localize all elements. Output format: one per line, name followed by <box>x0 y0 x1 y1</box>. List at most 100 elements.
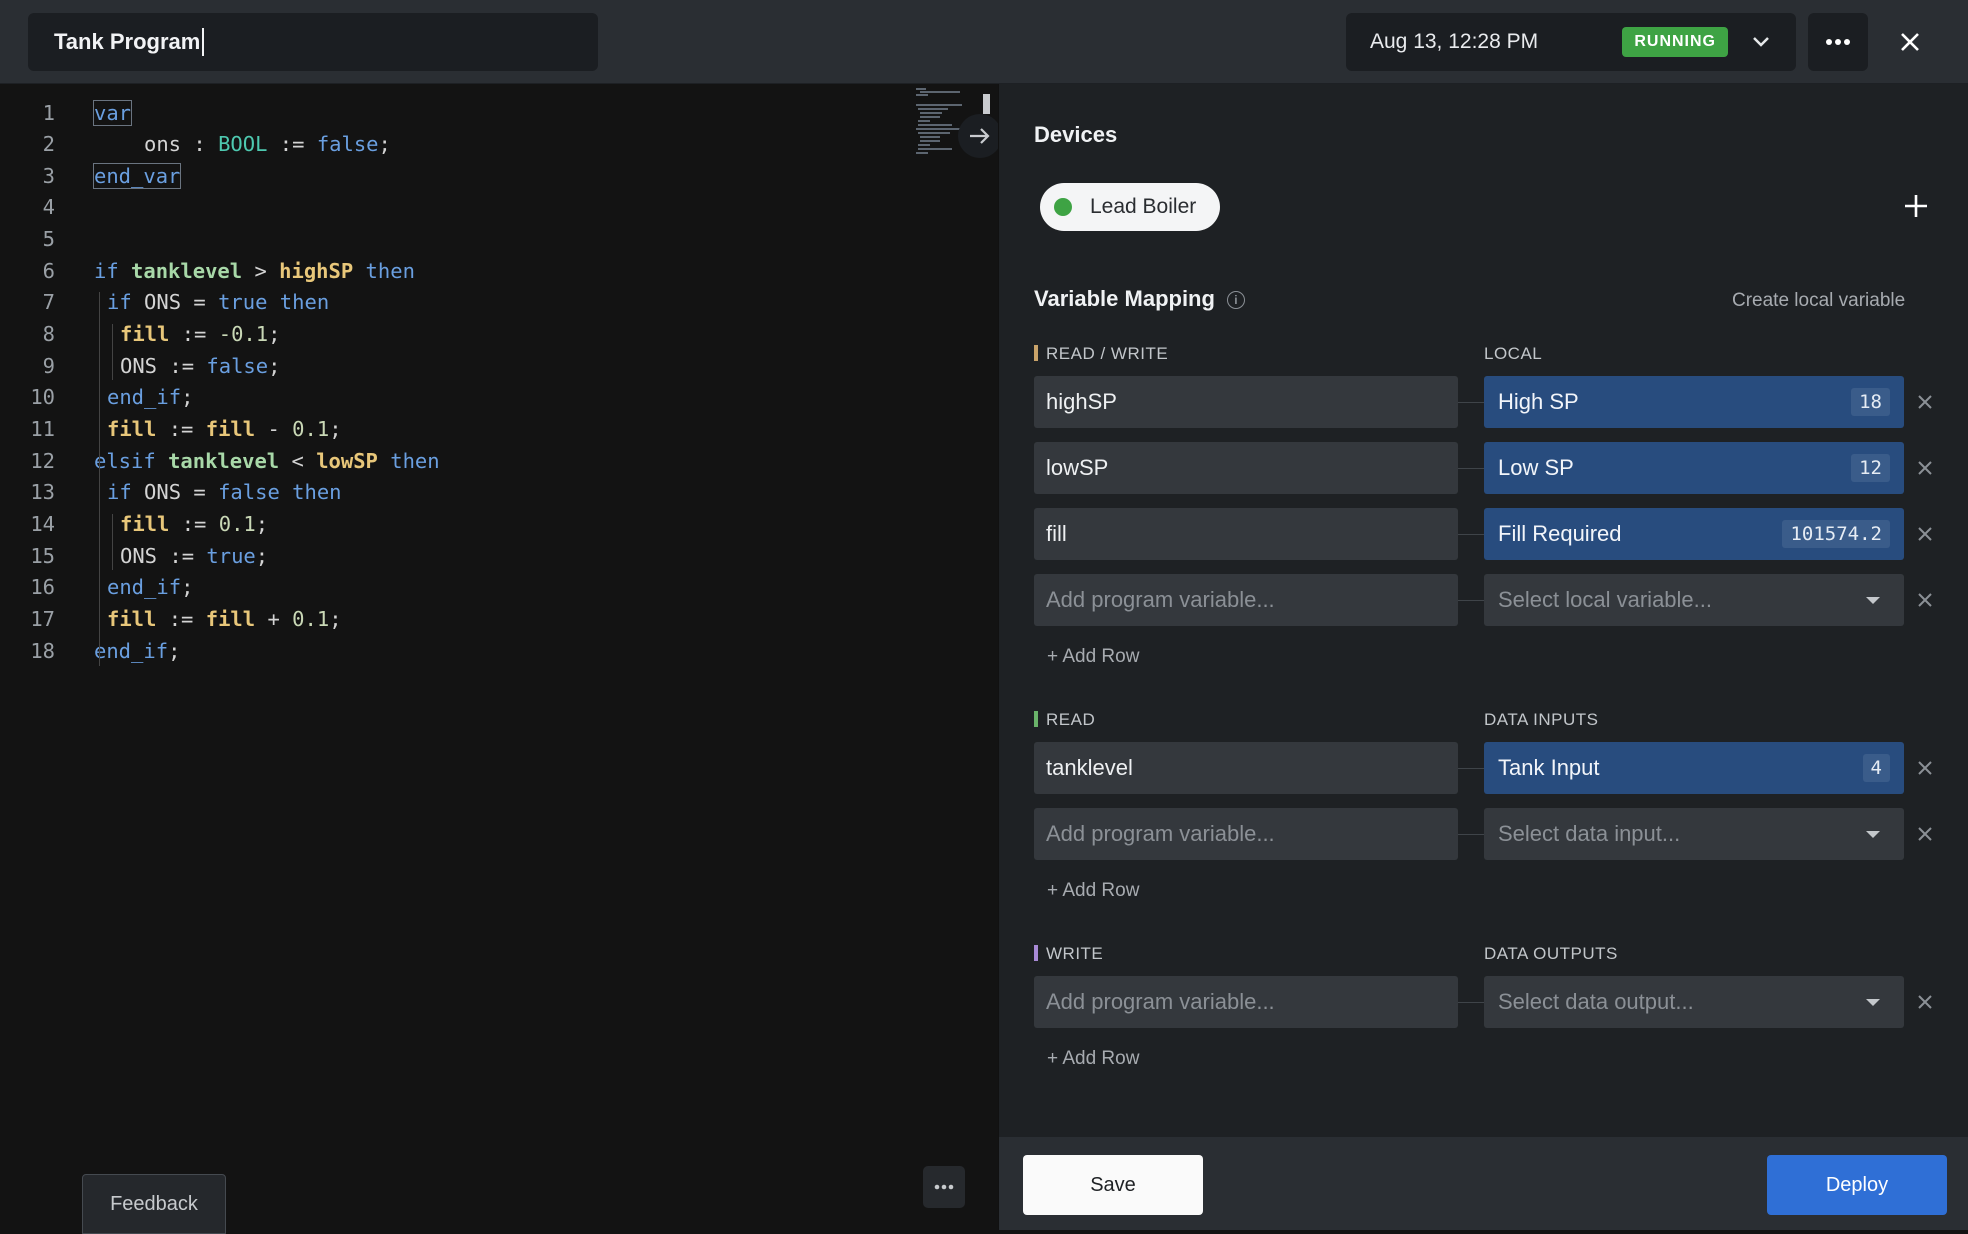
create-local-variable-link[interactable]: Create local variable <box>1732 290 1905 312</box>
code-token: > <box>242 259 280 283</box>
info-icon[interactable]: i <box>1226 291 1245 310</box>
add-row-button[interactable]: + Add Row <box>1047 1048 1139 1070</box>
code-token: := <box>156 417 206 441</box>
local-variable-field[interactable]: Fill Required 101574.2 <box>1484 508 1904 560</box>
line-number: 12 <box>30 449 55 473</box>
write-label: WRITE <box>1034 944 1103 964</box>
code-editor[interactable]: 1 var 2 ons : BOOL := false; 3 end_var 4 5 … <box>0 84 1002 1234</box>
code-token: ONS <box>120 354 158 378</box>
run-status-dropdown[interactable]: Aug 13, 12:28 PM RUNNING <box>1346 13 1796 71</box>
code-token: := <box>157 354 207 378</box>
chevron-down-icon[interactable] <box>1750 31 1772 53</box>
code-token: true <box>206 544 256 568</box>
code-token: := <box>267 132 317 156</box>
line-number: 15 <box>30 544 55 568</box>
program-title-input[interactable]: Tank Program <box>28 13 598 71</box>
add-row-button[interactable]: + Add Row <box>1047 646 1139 668</box>
program-variable-field[interactable]: tanklevel <box>1034 742 1458 794</box>
code-token: then <box>279 480 342 504</box>
local-label: LOCAL <box>1484 344 1543 363</box>
close-icon <box>1918 593 1932 607</box>
program-variable-field[interactable]: lowSP <box>1034 442 1458 494</box>
device-status-dot <box>1054 198 1072 216</box>
variable-value-badge: 18 <box>1851 388 1890 416</box>
deploy-button[interactable]: Deploy <box>1767 1155 1947 1215</box>
close-button[interactable] <box>1890 22 1930 62</box>
local-variable-field[interactable]: High SP 18 <box>1484 376 1904 428</box>
device-chip[interactable]: Lead Boiler <box>1040 183 1221 231</box>
add-program-variable-input[interactable]: Add program variable... <box>1034 574 1458 626</box>
data-input-field[interactable]: Tank Input 4 <box>1484 742 1904 794</box>
code-token: BOOL <box>218 132 268 156</box>
feedback-button[interactable]: Feedback <box>82 1174 226 1234</box>
program-variable-field[interactable]: highSP <box>1034 376 1458 428</box>
indent-guide <box>112 324 113 380</box>
arrow-right-icon <box>970 128 990 144</box>
code-token: ; <box>255 512 269 536</box>
close-icon <box>1918 761 1932 775</box>
code-token: ; <box>168 639 181 663</box>
code-token: fill <box>120 512 170 536</box>
local-variable-field[interactable]: Low SP 12 <box>1484 442 1904 494</box>
add-row-button[interactable]: + Add Row <box>1047 880 1139 902</box>
more-options-button[interactable] <box>1808 13 1868 71</box>
code-token: end_var <box>92 163 182 189</box>
add-program-variable-input[interactable]: Add program variable... <box>1034 976 1458 1028</box>
ellipsis-icon <box>1826 39 1850 45</box>
panel-footer: Save Deploy <box>999 1137 1968 1230</box>
code-token: tanklevel <box>131 259 243 283</box>
variable-value-badge: 12 <box>1851 454 1890 482</box>
remove-row-button[interactable] <box>1913 990 1937 1014</box>
local-variable-name: High SP <box>1498 389 1579 414</box>
read-label-text: READ <box>1046 710 1096 729</box>
read-write-accent <box>1034 345 1038 361</box>
minimap-scroll-thumb[interactable] <box>983 94 990 114</box>
dropdown-caret-icon <box>1866 830 1880 838</box>
code-token: := <box>169 322 219 346</box>
line-number: 13 <box>30 480 55 504</box>
expand-panel-button[interactable] <box>958 114 1002 158</box>
remove-row-button[interactable] <box>1913 522 1937 546</box>
close-icon <box>1918 461 1932 475</box>
remove-row-button[interactable] <box>1913 756 1937 780</box>
remove-row-button[interactable] <box>1913 390 1937 414</box>
code-token: := <box>169 512 219 536</box>
close-icon <box>1918 527 1932 541</box>
code-token: if <box>107 480 145 504</box>
remove-row-button[interactable] <box>1913 822 1937 846</box>
code-token: end_if <box>107 385 182 409</box>
top-bar: Tank Program Aug 13, 12:28 PM RUNNING <box>0 0 1968 84</box>
remove-row-button[interactable] <box>1913 588 1937 612</box>
data-output-select[interactable]: Select data output... <box>1484 976 1904 1028</box>
editor-more-button[interactable] <box>923 1166 965 1208</box>
data-input-select[interactable]: Select data input... <box>1484 808 1904 860</box>
add-program-variable-input[interactable]: Add program variable... <box>1034 808 1458 860</box>
ellipsis-icon <box>934 1184 954 1190</box>
code-token: < <box>279 449 317 473</box>
status-timestamp: Aug 13, 12:28 PM <box>1370 30 1539 53</box>
code-token: fill <box>120 322 170 346</box>
code-token: ; <box>329 607 342 631</box>
indent-guide <box>112 514 113 570</box>
local-variable-select[interactable]: Select local variable... <box>1484 574 1904 626</box>
code-token: ; <box>268 354 281 378</box>
code-token: ; <box>329 417 342 441</box>
code-token: then <box>377 449 440 473</box>
save-button[interactable]: Save <box>1023 1155 1203 1215</box>
code-token: end_if <box>94 639 169 663</box>
close-icon <box>1901 33 1919 51</box>
variable-mapping-label: Variable Mapping <box>1034 286 1215 311</box>
select-placeholder: Select local variable... <box>1498 587 1712 612</box>
code-token: := <box>156 607 206 631</box>
line-number: 1 <box>42 101 55 125</box>
write-accent <box>1034 945 1038 961</box>
line-number: 4 <box>42 195 55 219</box>
code-token: ; <box>268 322 281 346</box>
add-device-button[interactable] <box>1898 188 1934 224</box>
program-variable-field[interactable]: fill <box>1034 508 1458 560</box>
read-accent <box>1034 711 1038 727</box>
code-token: + <box>255 607 293 631</box>
line-number: 5 <box>42 227 55 251</box>
remove-row-button[interactable] <box>1913 456 1937 480</box>
data-input-name: Tank Input <box>1498 755 1600 780</box>
